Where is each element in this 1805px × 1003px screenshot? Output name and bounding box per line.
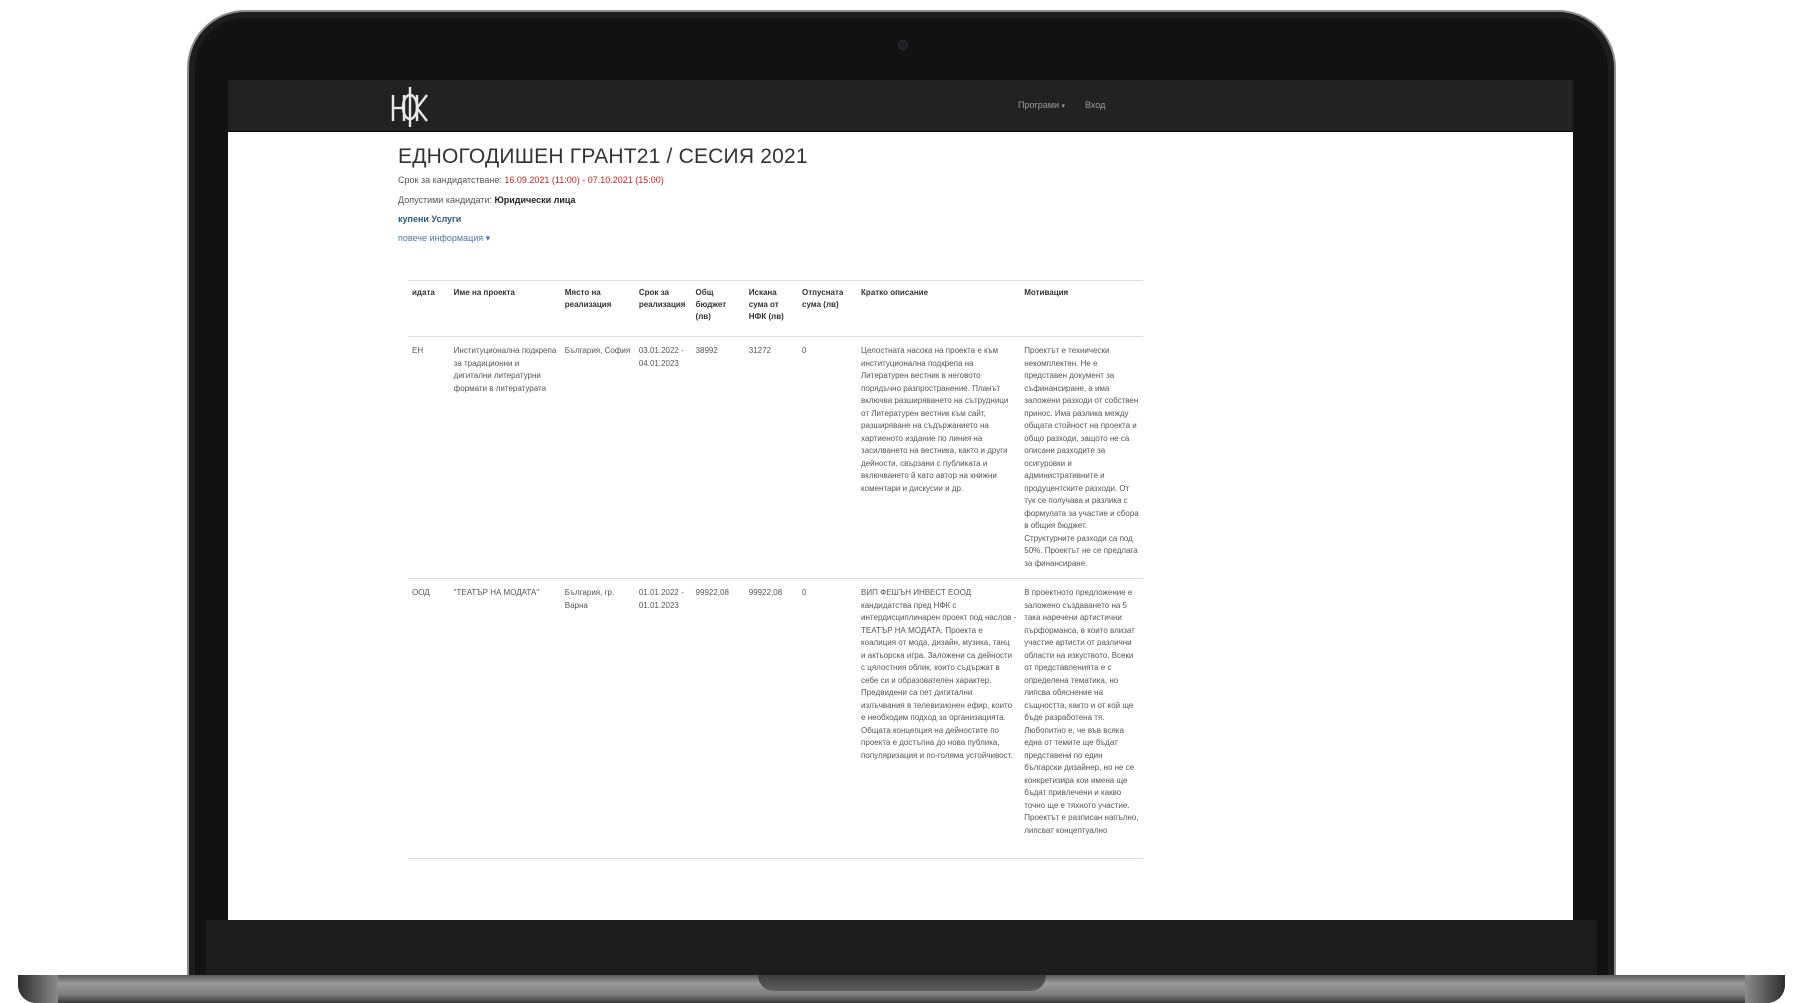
more-info-label: повече информация xyxy=(398,233,484,243)
cell-budget: 38992 xyxy=(691,336,745,579)
cell-location: България, гр. Варна xyxy=(560,578,635,859)
browser-screen: Програми ▾ Вход ЕДНОГОДИШЕН ГРАНТ21 / СЕ… xyxy=(228,80,1573,920)
cell-description: ВИП ФЕШЪН ИНВЕСТ ЕООД кандидатства пред … xyxy=(857,578,1021,859)
table-row: ЕН Институционална подкрепа за традицион… xyxy=(408,336,1143,579)
eligible-value: Юридически лица xyxy=(494,195,576,205)
col-applicant-header: идата xyxy=(408,280,450,337)
cell-project: "ТЕАТЪР НА МОДАТА" xyxy=(449,578,561,859)
nav-programs-dropdown[interactable]: Програми ▾ xyxy=(1018,100,1065,110)
cell-requested: 99922,08 xyxy=(744,578,799,859)
eligible-label: Допустими кандидати: xyxy=(398,195,492,205)
navbar: Програми ▾ Вход xyxy=(228,80,1573,132)
nfk-logo[interactable] xyxy=(388,83,432,129)
deadline-value: 16.09.2021 (11:00) - 07.10.2021 (15:00) xyxy=(504,175,664,185)
col-budget-header: Общ бюджет (лв) xyxy=(691,280,745,337)
col-granted-header: Отпусната сума (лв) xyxy=(798,280,858,337)
laptop-base-edge-left xyxy=(18,975,58,1003)
cell-description: Целостната насока на проекта е към инсти… xyxy=(857,336,1021,579)
col-description-header: Кратко описание xyxy=(857,280,1021,337)
col-motivation-header: Мотивация xyxy=(1020,280,1143,337)
camera-icon xyxy=(898,40,908,50)
cell-period: 01.01.2022 - 01.01.2023 xyxy=(634,578,692,859)
cell-requested: 31272 xyxy=(744,336,799,579)
cell-applicant: ЕН xyxy=(408,336,450,579)
laptop-opening-notch xyxy=(758,975,1046,991)
eligible-line: Допустими кандидати: Юридически лица xyxy=(398,195,576,205)
col-project-header: Име на проекта xyxy=(449,280,561,337)
col-period-header: Срок за реализация xyxy=(634,280,692,337)
caret-down-icon: ▾ xyxy=(1061,103,1066,110)
cell-period: 03.01.2022 - 04.01.2023 xyxy=(634,336,692,579)
projects-table: идата Име на проекта Място на реализация… xyxy=(408,280,1143,859)
results-link[interactable]: купени Услуги xyxy=(398,214,461,224)
laptop-base-edge-right xyxy=(1745,975,1785,1003)
nav-programs-label: Програми xyxy=(1018,100,1059,110)
cell-motivation: В проектното предложение е заложено създ… xyxy=(1020,578,1143,859)
cell-budget: 99922,08 xyxy=(691,578,745,859)
laptop-bezel-bottom xyxy=(206,920,1597,976)
page-title: ЕДНОГОДИШЕН ГРАНТ21 / СЕСИЯ 2021 xyxy=(398,145,808,168)
deadline-label: Срок за кандидатстване: xyxy=(398,175,502,185)
cell-granted: 0 xyxy=(798,578,858,859)
caret-down-icon: ▾ xyxy=(485,233,491,243)
deadline-line: Срок за кандидатстване: 16.09.2021 (11:0… xyxy=(398,175,664,185)
table-row: ООД "ТЕАТЪР НА МОДАТА" България, гр. Вар… xyxy=(408,578,1143,859)
cell-motivation: Проектът е технически некомплектен. Не е… xyxy=(1020,336,1143,579)
cell-project: Институционална подкрепа за традиционни … xyxy=(449,336,561,579)
col-requested-header: Искана сума от НФК (лв) xyxy=(744,280,799,337)
table-header-row: идата Име на проекта Място на реализация… xyxy=(408,280,1143,337)
cell-granted: 0 xyxy=(798,336,858,579)
cell-location: България, София xyxy=(560,336,635,579)
more-info-toggle[interactable]: повече информация ▾ xyxy=(398,233,490,244)
nav-login-link[interactable]: Вход xyxy=(1085,100,1105,110)
col-location-header: Място на реализация xyxy=(560,280,635,337)
cell-applicant: ООД xyxy=(408,578,450,859)
